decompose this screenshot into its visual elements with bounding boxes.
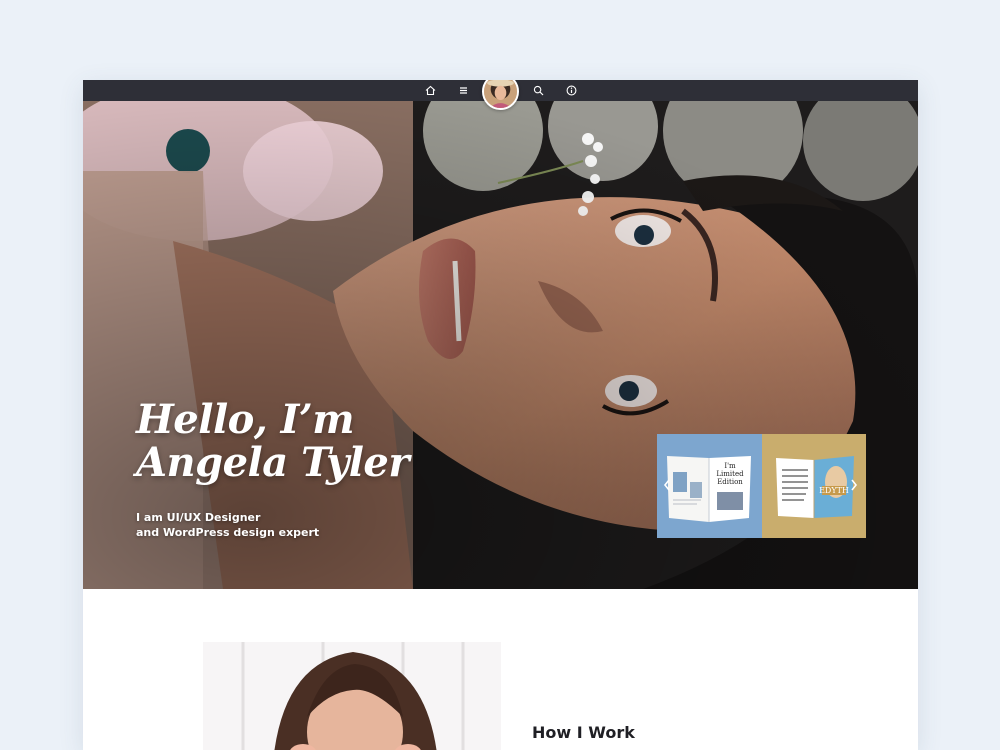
about-section: How I Work: [83, 589, 918, 750]
hero-subtitle: I am UI/UX Designer and WordPress design…: [136, 510, 319, 540]
website-frame: Hello, I’m Angela Tyler I am UI/UX Desig…: [83, 80, 918, 750]
chevron-left-icon[interactable]: [662, 478, 672, 492]
hero-heading-line1: Hello, I’m: [136, 396, 355, 443]
card1-line2: Limited: [716, 470, 744, 478]
slider-card-limited-edition[interactable]: I'm Limited Edition: [657, 434, 762, 538]
info-icon[interactable]: [565, 84, 578, 97]
card1-line3: Edition: [717, 478, 743, 486]
section-title-how-i-work: How I Work: [532, 723, 635, 742]
chevron-right-icon[interactable]: [849, 478, 859, 492]
hero-subtitle-line1: I am UI/UX Designer: [136, 511, 261, 524]
top-navigation-bar: [83, 80, 918, 110]
home-icon[interactable]: [424, 84, 437, 97]
card2-label: EDYTH: [819, 486, 849, 495]
hero-heading: Hello, I’m Angela Tyler: [136, 398, 409, 484]
hero-section: Hello, I’m Angela Tyler I am UI/UX Desig…: [83, 101, 918, 589]
portrait-photo: [203, 642, 501, 750]
card1-line1: I'm: [724, 462, 736, 470]
search-icon[interactable]: [532, 84, 545, 97]
menu-icon[interactable]: [457, 84, 470, 97]
hero-subtitle-line2: and WordPress design expert: [136, 526, 320, 539]
portfolio-slider: I'm Limited Edition EDYTH: [657, 434, 866, 538]
hero-heading-line2: Angela Tyler: [136, 439, 409, 486]
